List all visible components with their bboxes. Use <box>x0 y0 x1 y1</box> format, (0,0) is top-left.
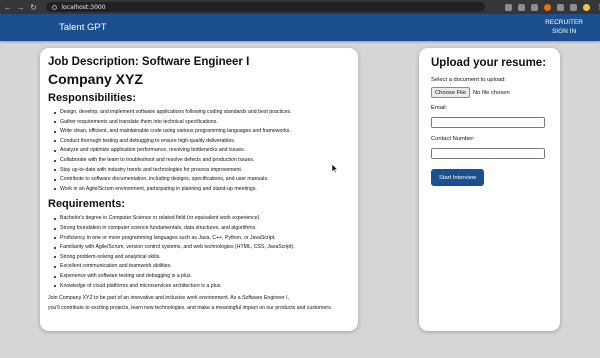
forward-icon[interactable]: → <box>16 3 26 12</box>
start-interview-button[interactable]: Start Interview <box>431 169 484 186</box>
site-info-icon[interactable] <box>52 4 58 10</box>
extension-icon[interactable] <box>543 3 551 11</box>
email-label: Email: <box>431 105 448 111</box>
list-item: Familiarity with Agile/Scrum, version co… <box>54 243 350 253</box>
profile-avatar-icon[interactable] <box>582 3 590 11</box>
list-item: Conduct thorough testing and debugging t… <box>54 137 350 147</box>
app-header: Talent GPT RECRUITER SIGN IN <box>0 14 600 41</box>
job-title: Job Description: Software Engineer I <box>48 56 250 68</box>
job-description-card: Job Description: Software Engineer I Com… <box>40 48 358 331</box>
contact-number-field[interactable] <box>431 148 545 159</box>
menu-dots-icon[interactable]: ⋮ <box>596 4 600 11</box>
reload-icon[interactable]: ↻ <box>29 3 39 12</box>
contact-number-label: Contact Number: <box>431 136 475 142</box>
list-item: Strong problem-solving and analytical sk… <box>54 253 350 263</box>
list-item: Proficiency in one or more programming l… <box>54 234 350 244</box>
list-item: Knowledge of cloud platforms and microse… <box>54 282 350 292</box>
upload-resume-card: Upload your resume: Select a document to… <box>419 48 560 331</box>
back-icon[interactable]: ← <box>3 3 13 12</box>
address-bar[interactable]: localhost:3000 <box>46 2 485 12</box>
browser-toolbar: ← → ↻ localhost:3000 ⋮ <box>0 0 600 14</box>
closing-paragraph: Join Company XYZ to be part of an innova… <box>48 294 350 313</box>
bookmark-star-icon[interactable] <box>530 3 538 11</box>
requirements-list: Bachelor's degree in Computer Science or… <box>54 214 350 291</box>
list-item: Analyze and optimize application perform… <box>54 146 350 156</box>
choose-file-button[interactable]: Choose File <box>431 87 470 98</box>
install-app-icon[interactable] <box>504 3 512 11</box>
responsibilities-heading: Responsibilities: <box>48 92 137 104</box>
file-status: No file chosen <box>472 89 510 96</box>
sidebar-icon[interactable] <box>569 3 577 11</box>
share-icon[interactable] <box>517 3 525 11</box>
list-item: Work in an Agile/Scrum environment, part… <box>54 185 350 195</box>
closing-line-2: you'll contribute to exciting projects, … <box>48 304 333 311</box>
list-item: Strong foundation in computer science fu… <box>54 224 350 234</box>
nav-recruiter-link[interactable]: RECRUITER <box>545 18 583 27</box>
requirements-heading: Requirements: <box>48 198 126 211</box>
responsibilities-list: Design, develop, and implement software … <box>54 108 350 194</box>
address-bar-url: localhost:3000 <box>61 3 106 11</box>
upload-title: Upload your resume: <box>431 57 547 69</box>
list-item: Design, develop, and implement software … <box>54 108 350 118</box>
header-nav: RECRUITER SIGN IN <box>545 18 583 36</box>
brand-title[interactable]: Talent GPT <box>59 22 107 33</box>
list-item: Bachelor's degree in Computer Science or… <box>54 214 350 224</box>
list-item: Excellent communication and teamwork abi… <box>54 262 350 272</box>
list-item: Contribute to software documentation, in… <box>54 175 350 185</box>
nav-sign-in-link[interactable]: SIGN IN <box>545 27 583 36</box>
file-input: Choose File No file chosen <box>431 87 560 98</box>
extensions-puzzle-icon[interactable] <box>556 3 564 11</box>
list-item: Gather requirements and translate them i… <box>54 118 350 128</box>
list-item: Collaborate with the team to troubleshoo… <box>54 156 350 166</box>
list-item: Stay up-to-date with industry trends and… <box>54 166 350 176</box>
list-item: Experience with software testing and deb… <box>54 272 350 282</box>
mouse-cursor-icon <box>332 164 338 173</box>
email-field[interactable] <box>431 117 545 128</box>
company-name: Company XYZ <box>48 71 143 87</box>
document-label: Select a document to upload: <box>431 77 507 83</box>
list-item: Write clean, efficient, and maintainable… <box>54 127 350 137</box>
closing-line-1: Join Company XYZ to be part of an innova… <box>48 295 290 302</box>
